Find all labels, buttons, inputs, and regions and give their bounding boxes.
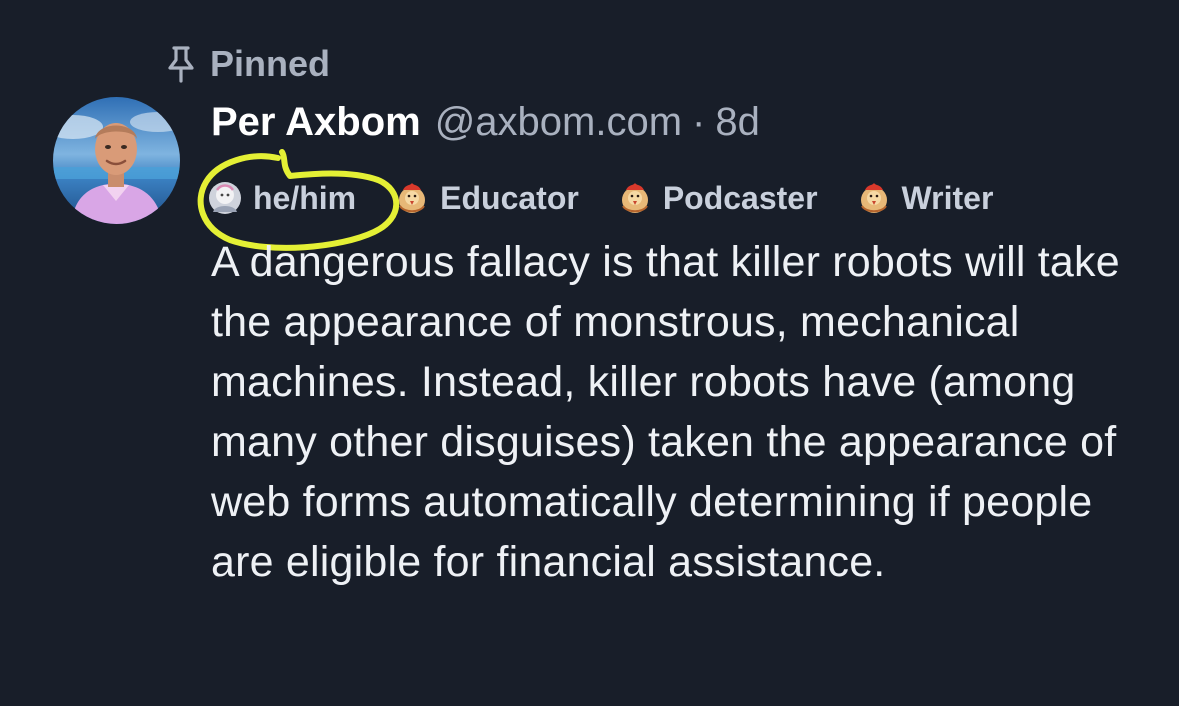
badge-educator: Educator <box>394 180 579 217</box>
badge-podcaster: Podcaster <box>617 180 818 217</box>
profile-badges: he/him Educator Podcaster Writer <box>207 176 1031 220</box>
profile-photo-icon <box>53 97 180 224</box>
author-handle[interactable]: @axbom.com <box>435 100 682 145</box>
pinned-indicator: Pinned <box>166 42 330 86</box>
badge-label: Educator <box>440 179 579 216</box>
rooster-emoji-icon <box>860 183 887 213</box>
avatar-emoji-icon <box>209 182 241 214</box>
post-age[interactable]: 8d <box>715 100 760 145</box>
badge-pronouns: he/him <box>207 180 356 217</box>
badge-label: Podcaster <box>662 179 818 216</box>
pinned-label: Pinned <box>210 43 331 84</box>
badge-label: he/him <box>253 179 357 216</box>
rooster-emoji-icon <box>399 183 426 213</box>
rooster-emoji-icon <box>621 183 648 213</box>
post-header: Per Axbom @axbom.com · 8d <box>211 100 760 156</box>
author-name[interactable]: Per Axbom <box>211 100 421 145</box>
avatar[interactable] <box>53 97 180 224</box>
badge-label: Writer <box>901 179 994 216</box>
pin-icon <box>168 46 194 83</box>
badge-writer: Writer <box>856 179 994 217</box>
separator-dot: · <box>692 100 706 144</box>
post-text: A dangerous fallacy is that killer robot… <box>211 238 1120 586</box>
